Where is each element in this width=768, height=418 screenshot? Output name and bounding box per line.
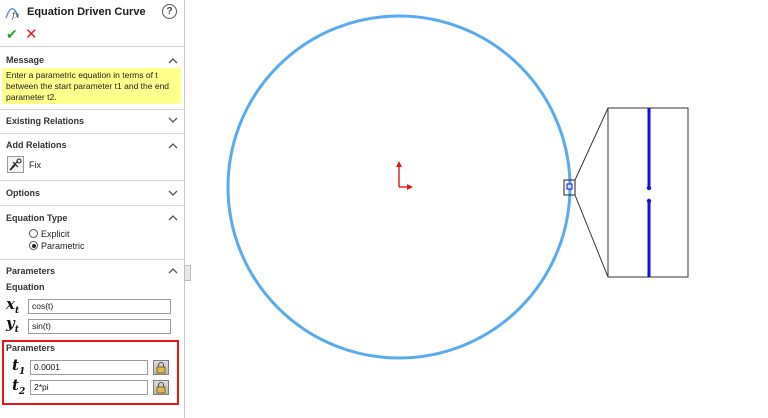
chevron-up-icon[interactable] <box>168 142 178 149</box>
panel-titlebar: fx Equation Driven Curve ? <box>0 0 184 26</box>
zoom-callout-line <box>574 107 609 181</box>
ok-button[interactable]: ✔ <box>6 26 18 43</box>
explicit-radio[interactable] <box>29 229 38 238</box>
divider <box>0 180 184 181</box>
cancel-button[interactable]: ✕ <box>25 25 38 43</box>
options-title[interactable]: Options <box>6 188 40 198</box>
curve-endpoint-marker <box>566 183 573 190</box>
message-section-title[interactable]: Message <box>6 55 44 65</box>
x-variable-label: xt <box>6 295 20 316</box>
zoom-callout-line <box>574 194 609 278</box>
equation-curve-icon: fx <box>5 8 20 20</box>
y-equation-input[interactable]: sin(t) <box>28 319 171 334</box>
equation-type-title[interactable]: Equation Type <box>6 213 67 223</box>
divider <box>0 46 184 47</box>
parameters-sub-label: Parameters <box>6 343 56 353</box>
explicit-label[interactable]: Explicit <box>41 229 70 239</box>
x-equation-input[interactable]: cos(t) <box>28 299 171 314</box>
chevron-up-icon[interactable] <box>168 57 178 64</box>
divider <box>0 109 184 110</box>
t1-input[interactable]: 0.0001 <box>30 360 148 375</box>
zoom-detail-view <box>607 107 689 278</box>
divider <box>0 259 184 260</box>
chevron-down-icon[interactable] <box>168 117 178 124</box>
y-variable-label: yt <box>6 314 19 335</box>
message-text: Enter a parametric equation in terms of … <box>2 68 181 104</box>
fix-relation-icon[interactable] <box>7 156 24 173</box>
property-manager-panel: fx Equation Driven Curve ? ✔ ✕ Message E… <box>0 0 185 418</box>
divider <box>0 205 184 206</box>
origin-icon <box>396 161 413 190</box>
t2-variable-label: t2 <box>12 376 26 397</box>
chevron-up-icon[interactable] <box>168 267 178 274</box>
graphics-area[interactable] <box>186 0 768 418</box>
t1-variable-label: t1 <box>12 356 26 377</box>
divider <box>0 133 184 134</box>
help-icon[interactable]: ? <box>162 4 177 19</box>
t2-input[interactable]: 2*pi <box>30 380 148 395</box>
parameters-title[interactable]: Parameters <box>6 266 55 276</box>
chevron-down-icon[interactable] <box>168 190 178 197</box>
parametric-label[interactable]: Parametric <box>41 241 85 251</box>
add-relations-title[interactable]: Add Relations <box>6 140 67 150</box>
equation-label: Equation <box>6 282 45 292</box>
existing-relations-title[interactable]: Existing Relations <box>6 116 84 126</box>
chevron-up-icon[interactable] <box>168 214 178 221</box>
lock-icon[interactable] <box>153 380 169 395</box>
lock-icon[interactable] <box>153 360 169 375</box>
fix-label[interactable]: Fix <box>29 160 41 170</box>
parametric-radio[interactable] <box>29 241 38 250</box>
svg-text:fx: fx <box>11 11 20 20</box>
panel-title: Equation Driven Curve <box>27 6 146 18</box>
